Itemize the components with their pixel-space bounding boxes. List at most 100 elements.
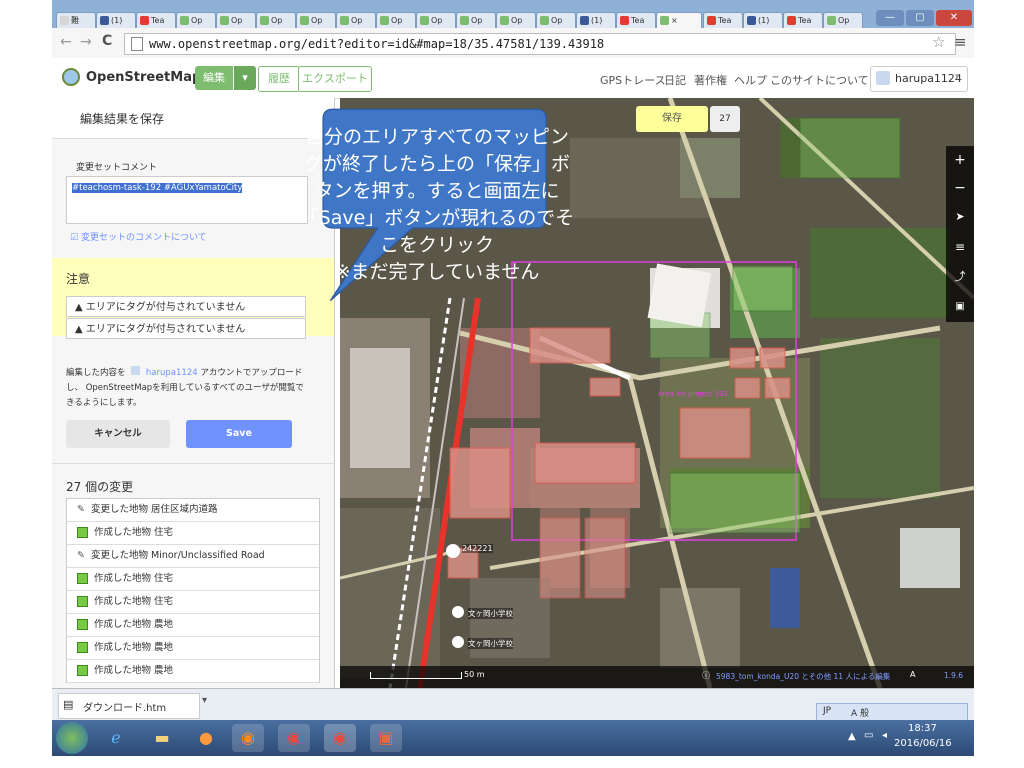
change-row[interactable]: ✎ 変更した地物 居住区域内道路 bbox=[67, 499, 319, 522]
layers-button[interactable]: ≡ bbox=[946, 232, 974, 262]
browser-tab[interactable]: Op bbox=[536, 12, 576, 29]
chrome-icon[interactable]: ◉ bbox=[278, 724, 310, 752]
poi-marker-icon[interactable] bbox=[446, 544, 460, 558]
ie-icon[interactable]: ℯ bbox=[100, 724, 132, 752]
back-button[interactable]: ← bbox=[60, 34, 72, 50]
change-row[interactable]: 作成した地物 住宅 bbox=[67, 522, 319, 545]
browser-tab[interactable]: Op bbox=[296, 12, 336, 29]
help-button[interactable]: ▣ bbox=[946, 292, 974, 322]
tab-label: 難 bbox=[71, 16, 79, 25]
map-save-button[interactable]: 保存 bbox=[636, 106, 708, 132]
powerpoint-icon[interactable]: ▣ bbox=[370, 724, 402, 752]
tab-favicon-icon bbox=[340, 16, 349, 25]
browser-tab[interactable]: Tea bbox=[703, 12, 743, 29]
save-button[interactable]: Save bbox=[186, 420, 292, 448]
nav-copyright[interactable]: 著作権 bbox=[694, 72, 727, 88]
warning-item[interactable]: ▲ エリアにタグが付与されていません bbox=[66, 318, 306, 339]
browser-tab[interactable]: Tea bbox=[783, 12, 823, 29]
osm-logo-text[interactable]: OpenStreetMap bbox=[86, 70, 201, 85]
tab-label: Tea bbox=[631, 16, 645, 25]
cancel-button[interactable]: キャンセル bbox=[66, 420, 170, 448]
browser-tab[interactable]: 難 bbox=[56, 12, 96, 29]
close-window-button[interactable]: ✕ bbox=[936, 10, 972, 26]
browser-tab[interactable]: × bbox=[656, 12, 702, 29]
forward-button[interactable]: → bbox=[80, 34, 92, 50]
maximize-window-button[interactable]: ▢ bbox=[906, 10, 934, 26]
browser-tab[interactable]: Op bbox=[496, 12, 536, 29]
ime-language[interactable]: JP bbox=[823, 706, 831, 716]
browser-tab[interactable]: Op bbox=[823, 12, 863, 29]
user-menu[interactable]: harupa1124 ▾ bbox=[870, 66, 968, 92]
change-row[interactable]: ✎ 変更した地物 Minor/Unclassified Road bbox=[67, 545, 319, 568]
menu-icon[interactable]: ≡ bbox=[954, 33, 967, 51]
browser-tab[interactable]: Tea bbox=[616, 12, 656, 29]
zoom-in-button[interactable]: + bbox=[946, 146, 974, 174]
change-row[interactable]: 作成した地物 住宅 bbox=[67, 591, 319, 614]
info-icon[interactable]: ⓘ bbox=[702, 670, 710, 681]
language-icon[interactable]: A bbox=[910, 670, 915, 679]
url-input[interactable]: www.openstreetmap.org/edit?editor=id&#ma… bbox=[124, 33, 956, 55]
ime-mode[interactable]: A 般 bbox=[851, 706, 869, 719]
browser-tab[interactable]: Op bbox=[416, 12, 456, 29]
browser-tab[interactable]: (1) bbox=[743, 12, 783, 29]
minimize-window-button[interactable]: — bbox=[876, 10, 904, 26]
firefox-icon[interactable]: ◉ bbox=[232, 724, 264, 752]
browser-tab[interactable]: Op bbox=[216, 12, 256, 29]
browser-tab[interactable]: Op bbox=[256, 12, 296, 29]
change-row[interactable]: 作成した地物 農地 bbox=[67, 614, 319, 637]
upload-user-link[interactable]: harupa1124 bbox=[146, 368, 198, 378]
media-player-icon[interactable]: ● bbox=[190, 724, 222, 752]
school-marker-icon[interactable] bbox=[452, 606, 464, 618]
nav-diary[interactable]: 日記 bbox=[664, 72, 686, 88]
map-data-button[interactable]: ⤴ bbox=[946, 262, 974, 292]
tab-favicon-icon bbox=[220, 16, 229, 25]
edit-button[interactable]: 編集 bbox=[195, 66, 233, 90]
browser-tab[interactable]: (1) bbox=[576, 12, 616, 29]
geolocate-button[interactable]: ➤ bbox=[946, 202, 974, 232]
tab-label: Tea bbox=[151, 16, 165, 25]
change-row[interactable]: 作成した地物 農地 bbox=[67, 660, 319, 683]
start-button[interactable] bbox=[56, 722, 88, 754]
chrome-active-icon[interactable]: ◉ bbox=[324, 724, 356, 752]
tab-favicon-icon bbox=[420, 16, 429, 25]
osm-logo-icon bbox=[62, 68, 80, 86]
bookmark-star-icon[interactable]: ☆ bbox=[932, 33, 945, 51]
nav-help[interactable]: ヘルプ bbox=[734, 72, 767, 88]
history-button[interactable]: 履歴 bbox=[258, 66, 300, 92]
clock-time[interactable]: 18:37 bbox=[908, 723, 937, 734]
download-menu-chevron-icon[interactable]: ▾ bbox=[202, 695, 207, 706]
browser-tab[interactable]: Tea bbox=[136, 12, 176, 29]
school-marker-icon[interactable] bbox=[452, 636, 464, 648]
explorer-folder-icon[interactable]: ▬ bbox=[146, 724, 178, 752]
attribution-text[interactable]: 5983_tom_konda_U20 とその他 11 人による編集 bbox=[716, 671, 890, 682]
browser-tab[interactable]: Op bbox=[176, 12, 216, 29]
comment-help-link[interactable]: ☑ 変更セットのコメントについて bbox=[70, 230, 207, 243]
nav-gps-traces[interactable]: GPSトレース bbox=[600, 72, 666, 88]
tab-label: Op bbox=[431, 16, 443, 25]
user-icon bbox=[131, 366, 141, 375]
export-button[interactable]: エクスポート bbox=[298, 66, 372, 92]
map-controls: + − ➤ ≡ ⤴ ▣ bbox=[946, 146, 974, 322]
browser-tab[interactable]: (1) bbox=[96, 12, 136, 29]
reload-button[interactable]: C bbox=[102, 33, 112, 49]
tab-label: Op bbox=[231, 16, 243, 25]
pencil-icon: ✎ bbox=[77, 504, 85, 515]
changes-title: 27 個の変更 bbox=[66, 480, 134, 494]
change-row[interactable]: 作成した地物 農地 bbox=[67, 637, 319, 660]
school-label: 文ヶ岡小学校 bbox=[468, 638, 513, 649]
external-link-icon: ☑ bbox=[70, 233, 81, 243]
volume-icon[interactable]: ◂ bbox=[882, 730, 887, 741]
download-item[interactable]: ▤ ダウンロード.htm bbox=[58, 693, 200, 719]
tray-expand-icon[interactable]: ▲ bbox=[848, 731, 856, 742]
tab-label: Op bbox=[511, 16, 523, 25]
browser-tab[interactable]: Op bbox=[336, 12, 376, 29]
browser-tab[interactable]: Op bbox=[456, 12, 496, 29]
change-row[interactable]: 作成した地物 住宅 bbox=[67, 568, 319, 591]
tab-favicon-icon bbox=[180, 16, 189, 25]
nav-about[interactable]: このサイトについて bbox=[770, 72, 869, 88]
edit-dropdown-button[interactable]: ▾ bbox=[234, 66, 256, 90]
network-icon[interactable]: ▭ bbox=[864, 730, 873, 741]
browser-tab[interactable]: Op bbox=[376, 12, 416, 29]
zoom-out-button[interactable]: − bbox=[946, 174, 974, 202]
clock-date[interactable]: 2016/06/16 bbox=[894, 738, 952, 749]
